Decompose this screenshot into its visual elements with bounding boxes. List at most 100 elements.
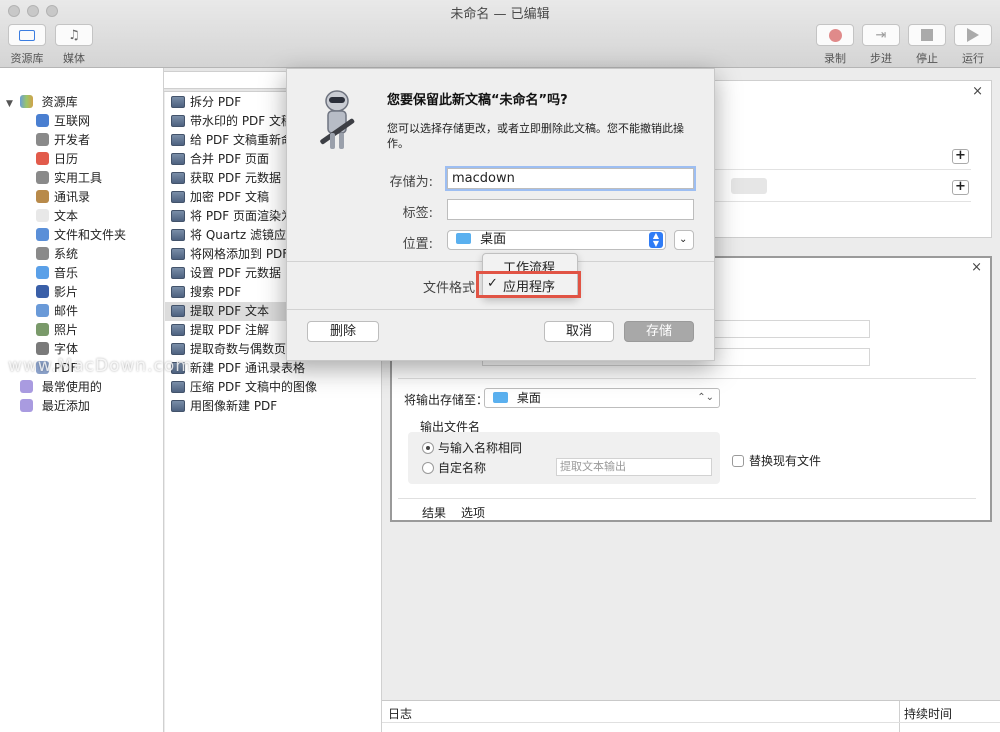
action-list-item[interactable]: 新建 PDF 通讯录表格 — [165, 359, 382, 378]
mail-icon — [36, 304, 49, 317]
chevron-updown-icon: ⌃⌄ — [697, 392, 714, 403]
developer-icon — [36, 133, 49, 146]
action-list-item[interactable]: 压缩 PDF 文稿中的图像 — [165, 378, 382, 397]
pdf-action-icon — [171, 210, 185, 222]
dialog-title: 您要保留此新文稿“未命名”吗? — [387, 93, 568, 108]
highlight-annotation — [476, 271, 581, 298]
divider — [287, 309, 714, 310]
library-item-recent[interactable]: 最近添加 — [20, 397, 90, 416]
close-icon[interactable]: × — [971, 260, 982, 275]
tags-input[interactable] — [447, 199, 694, 220]
replace-existing-checkbox[interactable]: 替换现有文件 — [732, 452, 821, 469]
custom-name-input[interactable]: 提取文本输出 — [556, 458, 712, 476]
library-item-text[interactable]: 文本 — [36, 207, 78, 226]
duration-column-header[interactable]: 持续时间 — [904, 705, 952, 722]
save-to-label: 将输出存储至： — [404, 393, 489, 407]
stop-label: 停止 — [916, 52, 938, 65]
text-icon — [36, 209, 49, 222]
cancel-button[interactable]: 取消 — [544, 321, 614, 342]
contacts-icon — [36, 190, 49, 203]
sidebar-icon — [19, 29, 35, 41]
expand-dialog-button[interactable]: ⌄ — [674, 230, 694, 250]
save-to-popup[interactable]: 桌面 ⌃⌄ — [484, 388, 720, 408]
movies-icon — [36, 285, 49, 298]
pdf-action-icon — [171, 305, 185, 317]
location-popup[interactable]: 桌面 ▲ ▼ — [447, 230, 666, 250]
window-title: 未命名 — 已编辑 — [450, 7, 550, 22]
divider — [382, 722, 1000, 723]
library-toggle-button[interactable] — [8, 24, 46, 46]
tab-results[interactable]: 结果 — [422, 504, 446, 521]
divider — [398, 378, 976, 379]
library-item-movies[interactable]: 影片 — [36, 283, 78, 302]
save-as-input[interactable]: macdown — [447, 168, 694, 189]
chevron-updown-icon: ▲ ▼ — [649, 232, 663, 248]
library-item-music[interactable]: 音乐 — [36, 264, 78, 283]
close-icon[interactable]: × — [972, 84, 983, 99]
pdf-action-icon — [171, 96, 185, 108]
pdf-action-icon — [171, 115, 185, 127]
run-button[interactable] — [954, 24, 992, 46]
pdf-action-icon — [171, 381, 185, 393]
add-button[interactable]: + — [952, 180, 969, 195]
tab-options[interactable]: 选项 — [461, 504, 485, 521]
library-item-most-used[interactable]: 最常使用的 — [20, 378, 102, 397]
pdf-action-icon — [171, 248, 185, 260]
dialog-message: 您可以选择存储更改，或者立即删除此文稿。您不能撤销此操作。 — [387, 122, 684, 150]
library-item-internet[interactable]: 互联网 — [36, 112, 90, 131]
value-field — [731, 178, 767, 194]
radio-custom-name[interactable]: 自定名称 — [422, 459, 486, 476]
stop-icon — [921, 29, 933, 41]
pdf-action-icon — [171, 267, 185, 279]
pdf-action-icon — [171, 191, 185, 203]
stop-button[interactable] — [908, 24, 946, 46]
checkbox-icon — [732, 455, 744, 467]
watermark-text: www.MacDown.com — [8, 356, 193, 376]
divider — [398, 498, 976, 499]
pdf-action-icon — [171, 286, 185, 298]
music-icon — [36, 266, 49, 279]
media-button[interactable]: ♫ — [55, 24, 93, 46]
pdf-action-icon — [171, 153, 185, 165]
save-as-label: 存储为: — [389, 175, 433, 190]
pdf-action-icon — [171, 172, 185, 184]
calendar-icon — [36, 152, 49, 165]
library-item-developer[interactable]: 开发者 — [36, 131, 90, 150]
record-button[interactable] — [816, 24, 854, 46]
library-item-calendar[interactable]: 日历 — [36, 150, 78, 169]
library-root[interactable]: ▼ 资源库 — [6, 93, 78, 112]
library-label: 资源库 — [10, 52, 44, 65]
title-toolbar: 未命名 — 已编辑 资源库 ♫ 媒体 录制 ⇥ 步进 停止 运行 — [0, 0, 1000, 68]
pdf-action-icon — [171, 324, 185, 336]
library-item-system[interactable]: 系统 — [36, 245, 78, 264]
output-name-group: 与输入名称相同 自定名称 提取文本输出 — [408, 432, 720, 484]
automator-robot-icon — [313, 89, 361, 151]
internet-icon — [36, 114, 49, 127]
log-column-header[interactable]: 日志 — [388, 705, 412, 722]
add-button[interactable]: + — [952, 149, 969, 164]
library-icon — [19, 95, 33, 108]
column-divider — [899, 701, 900, 732]
action-list-item[interactable]: 用图像新建 PDF — [165, 397, 382, 416]
step-button[interactable]: ⇥ — [862, 24, 900, 46]
pdf-action-icon — [171, 400, 185, 412]
save-button[interactable]: 存储 — [624, 321, 694, 342]
radio-same-as-input[interactable]: 与输入名称相同 — [422, 439, 522, 456]
play-icon — [967, 28, 979, 42]
library-item-mail[interactable]: 邮件 — [36, 302, 78, 321]
folder-icon — [456, 233, 471, 244]
library-item-files-folders[interactable]: 文件和文件夹 — [36, 226, 126, 245]
library-item-contacts[interactable]: 通讯录 — [36, 188, 90, 207]
library-item-utilities[interactable]: 实用工具 — [36, 169, 102, 188]
record-label: 录制 — [824, 52, 846, 65]
smart-folder-icon — [20, 380, 33, 393]
media-label: 媒体 — [63, 52, 85, 65]
step-icon: ⇥ — [875, 27, 887, 43]
log-panel: 日志 持续时间 — [382, 700, 1000, 732]
library-item-photos[interactable]: 照片 — [36, 321, 78, 340]
media-icon: ♫ — [68, 27, 80, 43]
delete-button[interactable]: 删除 — [307, 321, 379, 342]
system-icon — [36, 247, 49, 260]
record-icon — [828, 28, 842, 42]
file-format-label: 文件格式 — [422, 281, 475, 296]
